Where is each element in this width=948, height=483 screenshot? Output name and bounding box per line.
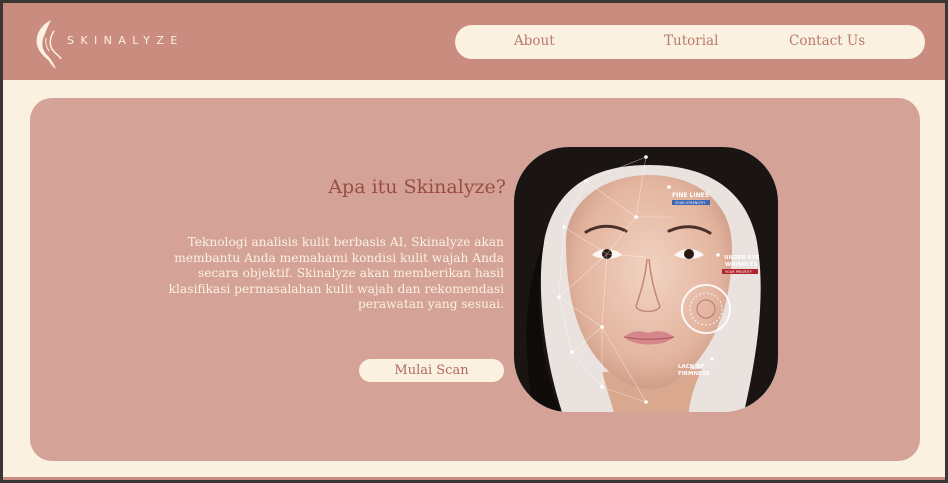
- logo-icon[interactable]: [29, 17, 69, 69]
- nav-about[interactable]: About: [514, 33, 555, 49]
- label-under-eye: UNDER-EYE: [724, 255, 760, 261]
- nav-contact-us[interactable]: Contact Us: [789, 33, 865, 49]
- nav-tutorial[interactable]: Tutorial: [664, 33, 718, 49]
- label-lack-of: LACK OF: [678, 364, 705, 370]
- hero-title: Apa itu Skinalyze?: [328, 176, 506, 198]
- footer-strip: [3, 477, 945, 480]
- hero-description: Teknologi analisis kulit berbasis AI, Sk…: [168, 235, 504, 312]
- tag-your-strength: YOUR STRENGTH: [675, 201, 705, 205]
- label-fine-lines: FINE LINES: [672, 192, 709, 199]
- header: SKINALYZE About Tutorial Contact Us: [3, 3, 945, 80]
- face-scan-image: FINE LINES YOUR STRENGTH UNDER-EYE WRINK…: [514, 147, 778, 412]
- nav-bar: About Tutorial Contact Us: [455, 25, 925, 59]
- start-scan-button[interactable]: Mulai Scan: [359, 359, 504, 382]
- tag-your-priority: YOUR PRIORITY: [725, 270, 753, 274]
- face-scan-illustration: FINE LINES YOUR STRENGTH UNDER-EYE WRINK…: [514, 147, 778, 412]
- page: SKINALYZE About Tutorial Contact Us Apa …: [3, 3, 945, 480]
- hero-card: Apa itu Skinalyze? Teknologi analisis ku…: [30, 98, 920, 461]
- brand-name: SKINALYZE: [67, 34, 184, 47]
- label-wrinkles: WRINKLES: [725, 262, 757, 268]
- label-firmness: FIRMNESS: [678, 371, 710, 377]
